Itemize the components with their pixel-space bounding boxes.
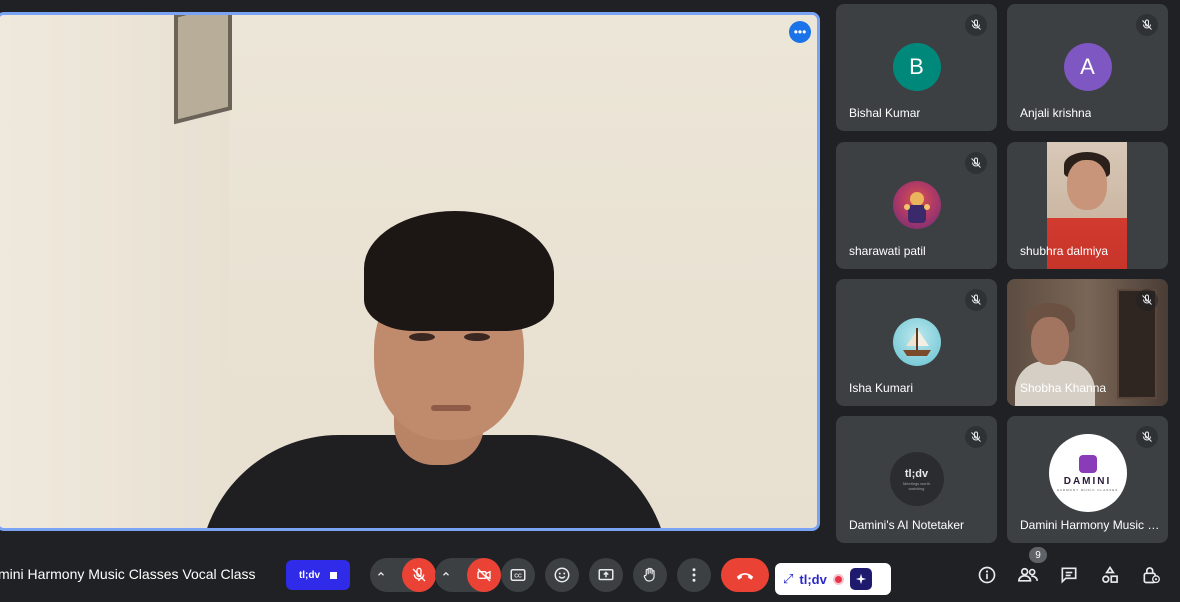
participant-name: Damini Harmony Music Classes [1020, 518, 1160, 532]
notetaker-avatar: tl;dv Meetings worth watching [889, 452, 944, 506]
logo-subtitle: HARMONY MUSIC CLASSES [1056, 487, 1119, 492]
participant-name: Isha Kumari [849, 381, 914, 395]
picture-frame [174, 15, 232, 125]
expand-icon[interactable]: ⤢ [783, 571, 793, 587]
participant-tile[interactable]: shubhra dalmiya [1007, 142, 1168, 269]
participant-name: Damini's AI Notetaker [849, 518, 965, 532]
speaker-eye-right [464, 333, 490, 341]
mic-off-icon [1136, 426, 1158, 448]
speaker-eye-left [409, 333, 435, 341]
mic-off-icon [1136, 14, 1158, 36]
headphones-logo-icon [1078, 454, 1097, 473]
tile-more-options-button[interactable]: ••• [789, 21, 811, 43]
notetaker-avatar-title: tl;dv [904, 467, 929, 480]
closed-captions-icon[interactable]: CC [501, 558, 535, 592]
mic-off-icon [965, 152, 987, 174]
mic-off-icon [965, 14, 987, 36]
mic-off-icon[interactable] [402, 558, 436, 592]
participant-tile[interactable]: A Anjali krishna [1007, 4, 1168, 131]
recording-dot-icon [832, 573, 844, 585]
tldv-widget[interactable]: ⤢ tl;dv [775, 563, 891, 595]
stop-icon [330, 571, 338, 579]
active-speaker-video[interactable] [0, 12, 820, 531]
participant-name: Anjali krishna [1020, 106, 1092, 120]
speaker-hair [364, 211, 554, 331]
participant-tile[interactable]: sharawati patil [836, 142, 997, 269]
participant-name: shubhra dalmiya [1020, 244, 1109, 258]
people-icon[interactable] [1015, 562, 1041, 588]
meet-window: ••• B Bishal Kumar A Anjali krishna shar… [0, 0, 1180, 602]
tldv-brand: tl;dv [799, 571, 827, 587]
chevron-up-icon[interactable] [441, 569, 451, 582]
emoji-icon[interactable] [545, 558, 579, 592]
people-count-badge: 9 [1029, 547, 1047, 563]
present-screen-icon[interactable] [589, 558, 623, 592]
svg-text:CC: CC [514, 574, 522, 580]
chat-icon[interactable] [1056, 562, 1082, 588]
avatar-image [892, 318, 941, 366]
damini-logo: DAMINI HARMONY MUSIC CLASSES [1048, 434, 1127, 512]
more-vert-icon[interactable] [677, 558, 711, 592]
info-icon[interactable] [974, 562, 1000, 588]
logo-word: DAMINI [1063, 475, 1112, 487]
participant-tile[interactable]: tl;dv Meetings worth watching Damini's A… [836, 416, 997, 543]
activities-icon[interactable] [1097, 562, 1123, 588]
speaker-mouth [431, 405, 471, 411]
video-face [1067, 160, 1107, 210]
mic-control[interactable] [370, 558, 436, 592]
mic-off-icon [1136, 289, 1158, 311]
meeting-title: mini Harmony Music Classes Vocal Class [0, 566, 256, 582]
participant-tile[interactable]: Isha Kumari [836, 279, 997, 406]
tldv-record-button[interactable]: tl;dv [286, 560, 350, 590]
participant-tile[interactable]: B Bishal Kumar [836, 4, 997, 131]
participant-tile[interactable]: Shobha Khanna [1007, 279, 1168, 406]
mic-off-icon [965, 289, 987, 311]
avatar: A [1063, 43, 1112, 91]
participant-name: sharawati patil [849, 244, 926, 258]
camera-control[interactable] [435, 558, 501, 592]
participant-name: Bishal Kumar [849, 106, 921, 120]
camera-off-icon[interactable] [467, 558, 501, 592]
host-controls-icon[interactable] [1138, 562, 1164, 588]
notetaker-avatar-tagline: Meetings worth watching [902, 480, 931, 491]
tldv-record-label: tl;dv [298, 569, 321, 581]
avatar-image [892, 181, 941, 229]
participant-name: Shobha Khanna [1020, 381, 1107, 395]
chevron-up-icon[interactable] [376, 569, 386, 582]
participant-tile[interactable]: DAMINI HARMONY MUSIC CLASSES Damini Harm… [1007, 416, 1168, 543]
end-call-icon[interactable] [721, 558, 769, 592]
raise-hand-icon[interactable] [633, 558, 667, 592]
mic-off-icon [965, 426, 987, 448]
ai-sparkle-icon[interactable] [849, 568, 872, 590]
avatar: B [892, 43, 941, 91]
video-face [1031, 317, 1069, 365]
